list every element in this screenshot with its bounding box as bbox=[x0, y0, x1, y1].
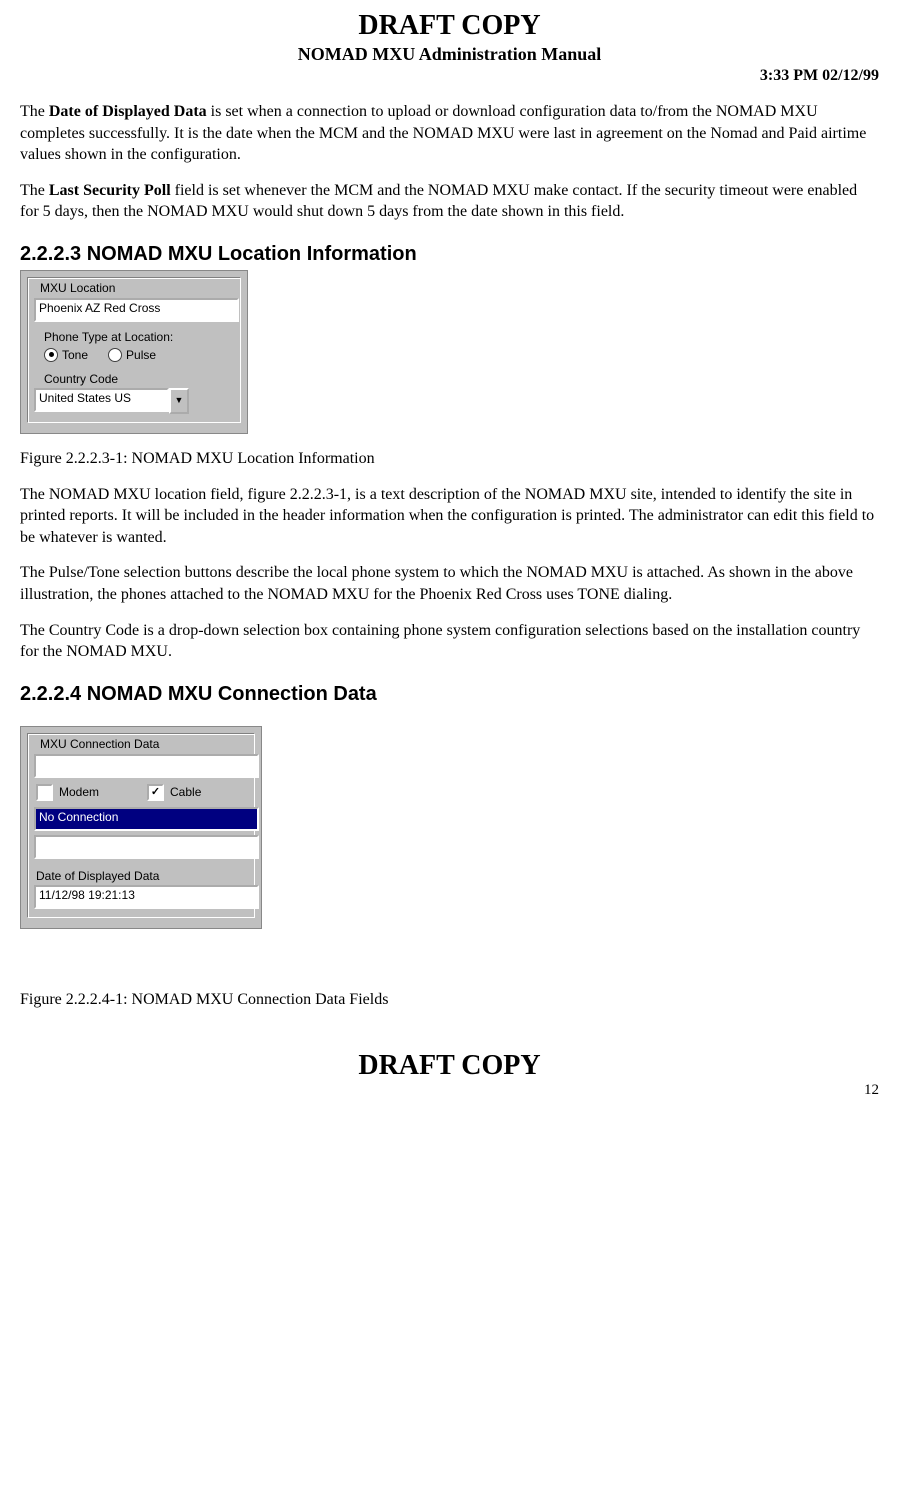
draft-header-top: DRAFT COPY bbox=[20, 10, 879, 42]
radio-label-tone: Tone bbox=[62, 348, 88, 362]
mxu-connection-fieldset: MXU Connection Data Modem ✓ Cable No Con… bbox=[27, 733, 255, 918]
date-displayed-label: Date of Displayed Data bbox=[36, 869, 248, 883]
mxu-connection-legend: MXU Connection Data bbox=[38, 737, 161, 751]
country-code-value: United States US bbox=[34, 388, 169, 412]
radio-dot-icon bbox=[44, 348, 58, 362]
connection-status-field[interactable]: No Connection bbox=[34, 807, 259, 831]
checkbox-label-cable: Cable bbox=[170, 785, 201, 799]
mxu-location-panel: MXU Location Phoenix AZ Red Cross Phone … bbox=[20, 270, 248, 434]
bold-term-last-security-poll: Last Security Poll bbox=[49, 182, 171, 199]
bold-term-date-displayed: Date of Displayed Data bbox=[49, 103, 207, 120]
header-timestamp: 3:33 PM 02/12/99 bbox=[20, 67, 879, 85]
paragraph-date-displayed: The Date of Displayed Data is set when a… bbox=[20, 101, 879, 166]
radio-label-pulse: Pulse bbox=[126, 348, 156, 362]
radio-option-tone[interactable]: Tone bbox=[44, 348, 88, 362]
connection-blank-field[interactable] bbox=[34, 835, 259, 859]
date-displayed-field[interactable]: 11/12/98 19:21:13 bbox=[34, 885, 259, 909]
phone-type-label: Phone Type at Location: bbox=[44, 330, 234, 344]
paragraph-location-field: The NOMAD MXU location field, figure 2.2… bbox=[20, 484, 879, 549]
phone-type-radio-group: Tone Pulse bbox=[44, 348, 234, 362]
text-run: The bbox=[20, 182, 49, 199]
heading-2224: 2.2.2.4 NOMAD MXU Connection Data bbox=[20, 683, 879, 706]
text-run: The bbox=[20, 103, 49, 120]
paragraph-pulse-tone: The Pulse/Tone selection buttons describ… bbox=[20, 562, 879, 605]
connection-type-row: Modem ✓ Cable bbox=[36, 784, 248, 801]
checkbox-cable[interactable]: ✓ bbox=[147, 784, 164, 801]
page-number: 12 bbox=[20, 1082, 879, 1099]
country-code-dropdown[interactable]: United States US ▼ bbox=[34, 388, 189, 414]
radio-dot-icon bbox=[108, 348, 122, 362]
mxu-location-legend: MXU Location bbox=[38, 281, 117, 295]
radio-option-pulse[interactable]: Pulse bbox=[108, 348, 156, 362]
figure-caption-2223-1: Figure 2.2.2.3-1: NOMAD MXU Location Inf… bbox=[20, 448, 879, 470]
mxu-connection-panel: MXU Connection Data Modem ✓ Cable No Con… bbox=[20, 726, 262, 929]
heading-2223: 2.2.2.3 NOMAD MXU Location Information bbox=[20, 243, 879, 266]
figure-caption-2224-1: Figure 2.2.2.4-1: NOMAD MXU Connection D… bbox=[20, 989, 879, 1011]
manual-title: NOMAD MXU Administration Manual bbox=[20, 44, 879, 65]
draft-footer: DRAFT COPY bbox=[20, 1050, 879, 1082]
country-code-label: Country Code bbox=[44, 372, 234, 386]
paragraph-last-security-poll: The Last Security Poll field is set when… bbox=[20, 180, 879, 223]
mxu-location-fieldset: MXU Location Phoenix AZ Red Cross Phone … bbox=[27, 277, 241, 423]
paragraph-country-code: The Country Code is a drop-down selectio… bbox=[20, 620, 879, 663]
checkbox-modem[interactable] bbox=[36, 784, 53, 801]
checkbox-label-modem: Modem bbox=[59, 785, 99, 799]
connection-top-input[interactable] bbox=[34, 754, 259, 778]
mxu-location-input[interactable]: Phoenix AZ Red Cross bbox=[34, 298, 239, 322]
chevron-down-icon[interactable]: ▼ bbox=[169, 388, 189, 414]
